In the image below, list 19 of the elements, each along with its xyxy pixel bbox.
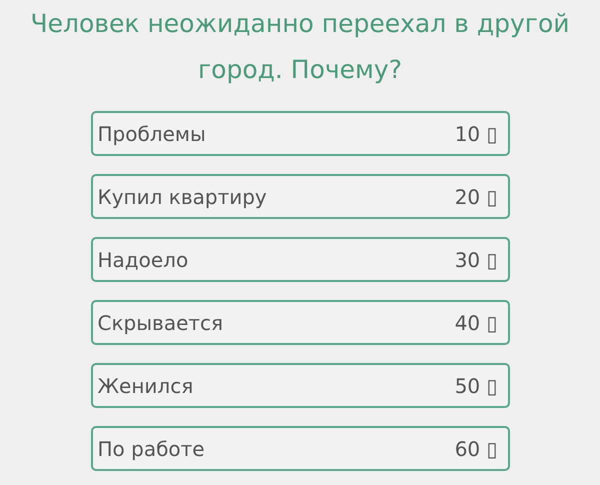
answer-points: 60 ▯ bbox=[454, 436, 498, 462]
answer-option[interactable]: Женился 50 ▯ bbox=[90, 363, 510, 408]
answer-points: 50 ▯ bbox=[454, 372, 498, 400]
answer-points: 40 ▯ bbox=[454, 310, 498, 336]
answer-option[interactable]: По работе 60 ▯ bbox=[90, 426, 510, 471]
answer-label: Скрывается bbox=[98, 310, 224, 336]
answer-label: Проблемы bbox=[98, 120, 206, 148]
answer-option[interactable]: Купил квартиру 20 ▯ bbox=[90, 174, 510, 219]
answer-points: 30 ▯ bbox=[454, 246, 498, 274]
answer-label: По работе bbox=[98, 436, 205, 462]
answer-label: Женился bbox=[98, 372, 194, 400]
answer-option[interactable]: Надоело 30 ▯ bbox=[90, 237, 510, 282]
answer-option[interactable]: Скрывается 40 ▯ bbox=[90, 300, 510, 345]
answer-label: Надоело bbox=[98, 246, 188, 274]
answer-points: 10 ▯ bbox=[454, 120, 498, 148]
answer-points: 20 ▯ bbox=[454, 184, 498, 210]
question-title: Человек неожиданно переехал в другой город. Почему? bbox=[30, 8, 570, 86]
answer-label: Купил квартиру bbox=[98, 184, 267, 210]
answer-option[interactable]: Проблемы 10 ▯ bbox=[90, 111, 510, 156]
